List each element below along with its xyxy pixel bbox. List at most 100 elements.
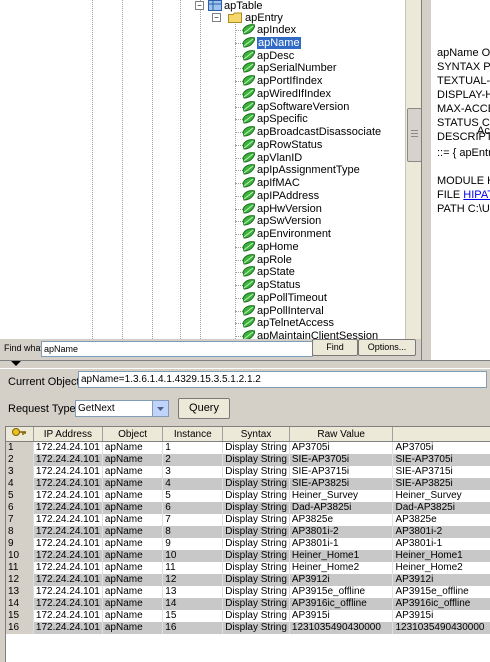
column-header-value[interactable] xyxy=(392,427,490,442)
ip-address-cell: 172.24.24.101 xyxy=(33,574,103,586)
leaf-icon xyxy=(242,113,255,124)
table-row[interactable]: 2 172.24.24.101 apName 2 Display String SIE-A… xyxy=(6,454,490,466)
ip-address-cell: 172.24.24.101 xyxy=(33,550,103,562)
raw-value-cell: AP3801i-2 xyxy=(289,526,394,538)
table-row[interactable]: 6 172.24.24.101 apName 6 Display String Dad-A… xyxy=(6,502,490,514)
ip-address-cell: 172.24.24.101 xyxy=(33,538,103,550)
current-object-label: Current Object: xyxy=(8,376,83,388)
table-row[interactable]: 15 172.24.24.101 apName 15 Display String AP3… xyxy=(6,610,490,622)
object-cell: apName xyxy=(102,490,164,502)
tree-node-label: apTable xyxy=(224,0,263,12)
column-header-key[interactable] xyxy=(6,427,34,442)
instance-cell: 9 xyxy=(162,538,224,550)
value-cell: Dad-AP3825i xyxy=(392,502,490,514)
mib-tree[interactable]: − apTable − apEntry apIndex apName apDesc a… xyxy=(0,0,405,339)
raw-value-cell: Dad-AP3825i xyxy=(289,502,394,514)
row-number: 15 xyxy=(6,610,34,622)
ip-address-cell: 172.24.24.101 xyxy=(33,502,103,514)
value-cell: AP3916ic_offline xyxy=(392,598,490,610)
horizontal-splitter[interactable] xyxy=(0,360,490,369)
column-header-object[interactable]: Object xyxy=(102,427,164,442)
syntax-cell: Display String xyxy=(222,610,290,622)
row-number: 13 xyxy=(6,586,34,598)
table-row[interactable]: 9 172.24.24.101 apName 9 Display String AP380… xyxy=(6,538,490,550)
table-row[interactable]: 14 172.24.24.101 apName 14 Display String AP3… xyxy=(6,598,490,610)
instance-cell: 11 xyxy=(162,562,224,574)
detail-line-prefix: FILE xyxy=(437,189,464,201)
table-row[interactable]: 4 172.24.24.101 apName 4 Display String SIE-A… xyxy=(6,478,490,490)
column-header-instance[interactable]: Instance xyxy=(162,427,224,442)
value-cell: AP3912i xyxy=(392,574,490,586)
object-cell: apName xyxy=(102,538,164,550)
object-cell: apName xyxy=(102,526,164,538)
ip-address-cell: 172.24.24.101 xyxy=(33,478,103,490)
mib-file-link[interactable]: HIPAT xyxy=(463,189,490,201)
table-row[interactable]: 3 172.24.24.101 apName 3 Display String SIE-A… xyxy=(6,466,490,478)
detail-line: apName OB xyxy=(437,47,490,59)
instance-cell: 5 xyxy=(162,490,224,502)
value-cell: Heiner_Home1 xyxy=(392,550,490,562)
request-type-select[interactable]: GetNext xyxy=(75,400,169,417)
tree-guide xyxy=(152,0,153,339)
table-row[interactable]: 16 172.24.24.101 apName 16 Display String 123… xyxy=(6,622,490,634)
tree-scrollbar[interactable] xyxy=(405,0,422,339)
column-header-ip[interactable]: IP Address xyxy=(33,427,103,442)
collapse-arrow-icon[interactable] xyxy=(10,361,22,367)
value-cell: AP3801i-2 xyxy=(392,526,490,538)
table-row[interactable]: 12 172.24.24.101 apName 12 Display String AP3… xyxy=(6,574,490,586)
tree-leaf-label: apRowStatus xyxy=(257,138,323,151)
syntax-cell: Display String xyxy=(222,538,290,550)
leaf-icon xyxy=(242,36,255,48)
table-row[interactable]: 10 172.24.24.101 apName 10 Display String Hei… xyxy=(6,550,490,562)
collapse-icon[interactable]: − xyxy=(195,1,204,10)
find-label: Find what: xyxy=(4,343,46,353)
value-cell: SIE-AP3715i xyxy=(392,466,490,478)
value-cell: SIE-AP3705i xyxy=(392,454,490,466)
detail-line: ::= { apEntry xyxy=(437,147,490,159)
table-row[interactable]: 1 172.24.24.101 apName 1 Display String AP370… xyxy=(6,441,490,454)
find-input[interactable]: apName xyxy=(41,341,313,357)
table-row[interactable]: 11 172.24.24.101 apName 11 Display String Hei… xyxy=(6,562,490,574)
instance-cell: 6 xyxy=(162,502,224,514)
leaf-icon xyxy=(242,177,255,188)
instance-cell: 16 xyxy=(162,622,224,634)
table-row[interactable]: 7 172.24.24.101 apName 7 Display String AP382… xyxy=(6,514,490,526)
raw-value-cell: SIE-AP3825i xyxy=(289,478,394,490)
tree-leaf-label: apIpAssignmentType xyxy=(257,164,360,177)
row-number: 9 xyxy=(6,538,34,550)
ip-address-cell: 172.24.24.101 xyxy=(33,598,103,610)
tree-guide xyxy=(122,0,123,339)
raw-value-cell: Heiner_Home2 xyxy=(289,562,394,574)
query-button[interactable]: Query xyxy=(178,398,230,419)
column-header-raw-value[interactable]: Raw Value xyxy=(289,427,394,442)
value-cell: SIE-AP3825i xyxy=(392,478,490,490)
table-row[interactable]: 5 172.24.24.101 apName 5 Display String Heine… xyxy=(6,490,490,502)
tree-leaf-label: apTelnetAccess xyxy=(257,317,335,330)
detail-line: Ac xyxy=(477,125,490,137)
options-button[interactable]: Options... xyxy=(358,339,416,356)
table-row[interactable]: 13 172.24.24.101 apName 13 Display String AP3… xyxy=(6,586,490,598)
tree-guide xyxy=(200,0,201,339)
object-cell: apName xyxy=(102,466,164,478)
object-cell: apName xyxy=(102,610,164,622)
instance-cell: 12 xyxy=(162,574,224,586)
tree-leaf-label: apEnvironment xyxy=(257,228,331,240)
collapse-icon[interactable]: − xyxy=(212,13,221,22)
syntax-cell: Display String xyxy=(222,598,290,610)
table-row[interactable]: 8 172.24.24.101 apName 8 Display String AP380… xyxy=(6,526,490,538)
detail-line: FILE HIPAT xyxy=(437,189,490,201)
instance-cell: 2 xyxy=(162,454,224,466)
current-object-field[interactable]: apName=1.3.6.1.4.1.4329.15.3.5.1.2.1.2 xyxy=(78,371,487,388)
syntax-cell: Display String xyxy=(222,514,290,526)
leaf-icon xyxy=(242,240,255,252)
column-header-syntax[interactable]: Syntax xyxy=(222,427,290,442)
results-table[interactable]: IP Address Object Instance Syntax Raw Va… xyxy=(5,426,490,662)
find-button[interactable]: Find xyxy=(312,339,358,356)
value-cell: Heiner_Survey xyxy=(392,490,490,502)
scrollbar-thumb[interactable] xyxy=(407,108,422,162)
raw-value-cell: AP3915i xyxy=(289,610,394,622)
dropdown-arrow-icon[interactable] xyxy=(152,401,168,416)
instance-cell: 1 xyxy=(162,441,224,454)
tree-leaf-label: apHwVersion xyxy=(257,202,322,215)
leaf-icon xyxy=(242,330,255,339)
